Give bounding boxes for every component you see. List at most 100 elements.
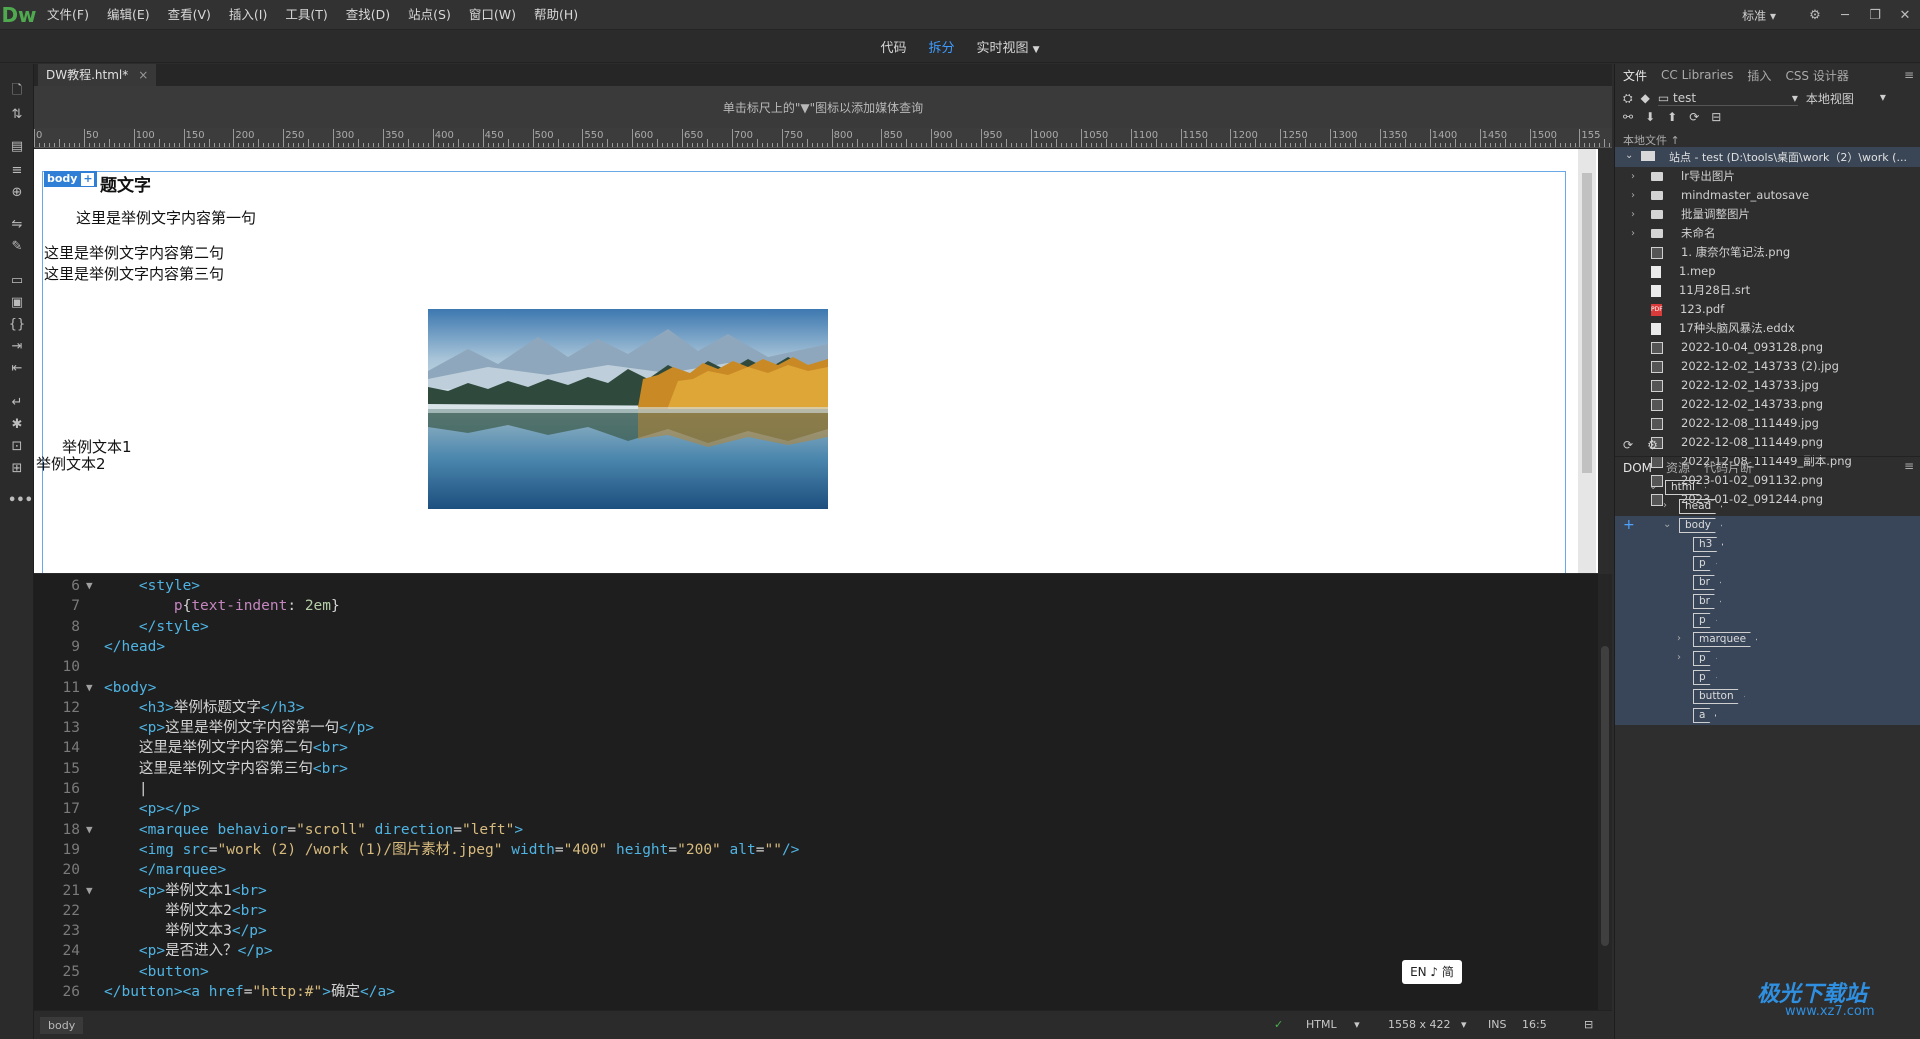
code-scrollbar-thumb[interactable]: [1601, 646, 1609, 946]
dom-node[interactable]: a: [1615, 706, 1920, 725]
fold-toggle-icon[interactable]: ▼: [86, 881, 93, 901]
file-item[interactable]: PDF 123.pdf: [1631, 300, 1724, 319]
design-scrollbar[interactable]: [1578, 149, 1596, 573]
workspace-switcher[interactable]: 标准 ▾: [1742, 7, 1776, 24]
view-select[interactable]: 本地视图 ▾: [1806, 90, 1886, 107]
file-item[interactable]: › 批量调整图片: [1631, 205, 1750, 224]
menu-item-7[interactable]: 窗口(W): [460, 0, 525, 30]
chevron-right-icon[interactable]: ›: [1631, 205, 1645, 224]
panel-tab[interactable]: 插入: [1747, 67, 1771, 84]
live-preview-icon[interactable]: ⊟: [1584, 1018, 1593, 1031]
target-icon[interactable]: ⊕: [8, 184, 26, 202]
chevron-right-icon[interactable]: ›: [1631, 186, 1645, 205]
snippet-icon[interactable]: ✱: [8, 416, 26, 434]
window-size-select[interactable]: 1558 x 422 ▾: [1388, 1018, 1467, 1031]
no-errors-icon[interactable]: ✓: [1274, 1018, 1283, 1031]
chevron-down-icon[interactable]: ⌄: [1663, 514, 1671, 536]
remove-comment-icon[interactable]: ▣: [8, 294, 26, 312]
live-code-icon[interactable]: ⊡: [8, 438, 26, 456]
ime-indicator[interactable]: EN ♪ 简: [1402, 960, 1462, 984]
git-icon[interactable]: ◆: [1641, 91, 1650, 105]
sync-settings-icon[interactable]: ⚙: [1800, 8, 1830, 23]
refresh-icon[interactable]: ⟳: [1689, 110, 1699, 124]
paragraph-1[interactable]: 这里是举例文字内容第一句: [76, 207, 256, 228]
file-item[interactable]: 17种头脑风暴法.eddx: [1631, 319, 1795, 338]
panel-tab[interactable]: 文件: [1623, 67, 1647, 84]
body-tag-selector[interactable]: body +: [44, 171, 98, 187]
menu-item-0[interactable]: 文件(F): [38, 0, 98, 30]
close-icon[interactable]: ✕: [1890, 8, 1920, 23]
outdent-icon[interactable]: ⇤: [8, 360, 26, 378]
chevron-right-icon[interactable]: ›: [1677, 647, 1681, 669]
live-view-button[interactable]: 实时视图 ▼: [976, 37, 1039, 56]
panel-tab[interactable]: 资源: [1666, 459, 1690, 476]
dom-node[interactable]: › marquee: [1615, 630, 1920, 649]
close-tab-icon[interactable]: ×: [138, 64, 148, 86]
fold-toggle-icon[interactable]: ▼: [86, 820, 93, 840]
more-tools-icon[interactable]: •••: [8, 492, 33, 510]
refresh-icon[interactable]: ⟳: [1623, 438, 1633, 452]
file-item[interactable]: 2022-12-08_111449.jpg: [1631, 414, 1819, 433]
file-management-icon[interactable]: ⇅: [8, 106, 26, 124]
manage-sites-icon[interactable]: ⛭: [1623, 91, 1633, 106]
design-view[interactable]: body + 题文字 这里是举例文字内容第一句 这里是举例文字内容第二句 这里是…: [34, 149, 1598, 573]
dom-node[interactable]: p: [1615, 611, 1920, 630]
insert-mode[interactable]: INS: [1488, 1018, 1506, 1031]
fold-toggle-icon[interactable]: ▼: [86, 576, 93, 596]
log-icon[interactable]: ⚙: [1647, 438, 1658, 452]
dom-node[interactable]: ⌄ + body: [1615, 516, 1920, 535]
connect-icon[interactable]: ⚯: [1623, 110, 1633, 124]
file-item[interactable]: 11月28日.srt: [1631, 281, 1750, 300]
fold-toggle-icon[interactable]: ▼: [86, 678, 93, 698]
show-code-navigator-icon[interactable]: ▤: [8, 138, 26, 156]
menu-item-1[interactable]: 编辑(E): [98, 0, 159, 30]
file-item[interactable]: › mindmaster_autosave: [1631, 186, 1809, 205]
code-view[interactable]: 6 ▼ <style> 7 p{text-indent: 2em} 8 </style…: [34, 574, 1598, 1010]
get-files-icon[interactable]: ⬇: [1645, 110, 1655, 124]
file-item[interactable]: 2022-12-02_143733.png: [1631, 395, 1823, 414]
expand-panel-icon[interactable]: ⊟: [1711, 110, 1721, 124]
panel-tab[interactable]: 代码片断: [1704, 459, 1752, 476]
dom-node[interactable]: br: [1615, 573, 1920, 592]
wrap-tag-icon[interactable]: {}: [8, 316, 26, 334]
add-child-icon[interactable]: +: [1623, 514, 1635, 536]
dom-node[interactable]: › p: [1615, 649, 1920, 668]
chevron-right-icon[interactable]: ›: [1631, 167, 1645, 186]
code-scrollbar[interactable]: [1598, 574, 1612, 1010]
file-item[interactable]: 2022-12-02_143733.jpg: [1631, 376, 1819, 395]
dom-node[interactable]: br: [1615, 592, 1920, 611]
menu-item-4[interactable]: 工具(T): [276, 0, 336, 30]
menu-item-5[interactable]: 查找(D): [337, 0, 399, 30]
file-item[interactable]: 2022-10-04_093128.png: [1631, 338, 1823, 357]
dom-node[interactable]: button: [1615, 687, 1920, 706]
ruler[interactable]: 0 50 100 150 200 250 300 350 400 450 500 550 600 650 7…: [34, 128, 1612, 148]
site-select[interactable]: ▭ test ▾: [1657, 91, 1798, 106]
text-line-3[interactable]: 这里是举例文字内容第三句: [44, 263, 224, 284]
sample-text-2[interactable]: 举例文本2: [36, 453, 106, 474]
dom-node[interactable]: p: [1615, 554, 1920, 573]
panel-menu-icon[interactable]: ≡: [1904, 68, 1914, 82]
panel-tab[interactable]: DOM: [1623, 461, 1652, 475]
panel-tab[interactable]: CC Libraries: [1661, 68, 1733, 82]
dom-node[interactable]: p: [1615, 668, 1920, 687]
local-files-label[interactable]: 本地文件 ↑: [1623, 132, 1680, 148]
tag-breadcrumb[interactable]: body: [40, 1017, 84, 1034]
dom-node[interactable]: ⌄ html: [1615, 478, 1920, 497]
text-line-2[interactable]: 这里是举例文字内容第二句: [44, 242, 224, 263]
file-item[interactable]: 1. 康奈尔笔记法.png: [1631, 243, 1790, 262]
minimize-icon[interactable]: ─: [1830, 8, 1860, 23]
expand-all-icon[interactable]: ⇋: [8, 216, 26, 234]
structure-icon[interactable]: ⊞: [8, 460, 26, 478]
file-item[interactable]: › 未命名: [1631, 224, 1716, 243]
media-query-bar[interactable]: 单击标尺上的"▼"图标以添加媒体查询: [34, 86, 1612, 128]
menu-item-3[interactable]: 插入(I): [220, 0, 276, 30]
dom-panel-menu-icon[interactable]: ≡: [1904, 459, 1914, 473]
file-item[interactable]: › lr导出图片: [1631, 167, 1735, 186]
indent-icon[interactable]: ⇥: [8, 338, 26, 356]
format-source-icon[interactable]: ↵: [8, 394, 26, 412]
panel-tab[interactable]: CSS 设计器: [1785, 67, 1848, 84]
add-element-icon[interactable]: +: [81, 172, 95, 186]
language-select[interactable]: HTML ▾: [1306, 1018, 1360, 1031]
chevron-down-icon[interactable]: ⌄: [1649, 476, 1657, 498]
file-item[interactable]: 1.mep: [1631, 262, 1716, 281]
